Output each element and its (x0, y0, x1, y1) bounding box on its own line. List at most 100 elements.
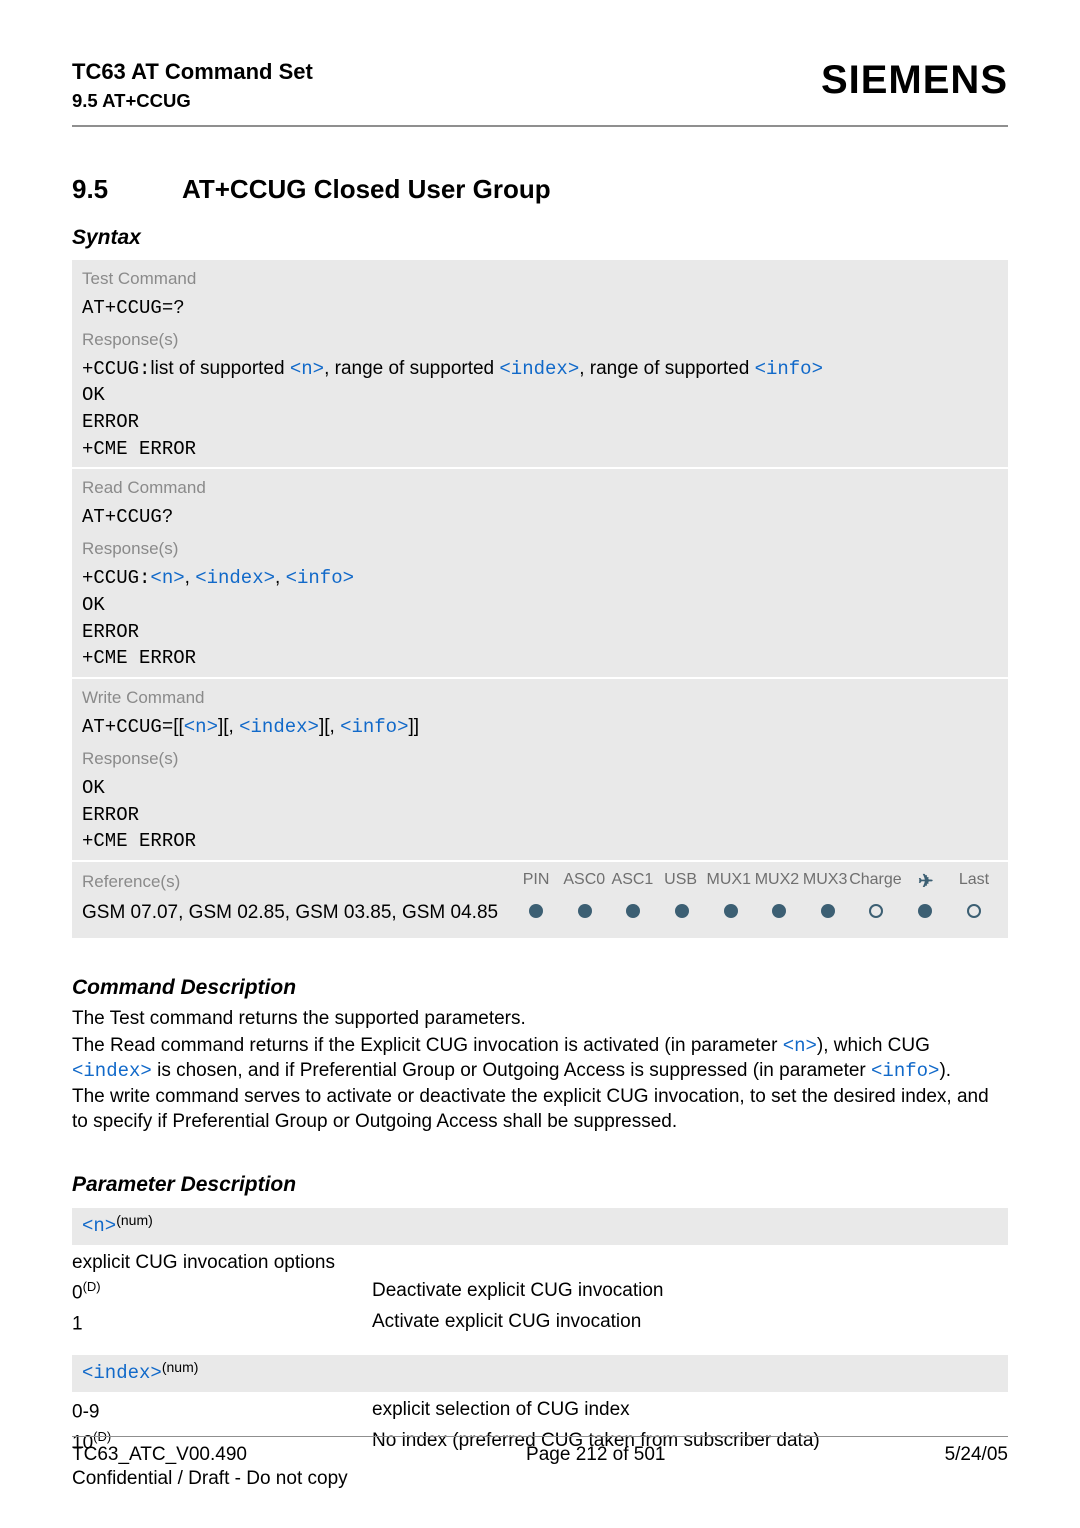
header-divider (72, 125, 1008, 127)
footer-right: 5/24/05 (945, 1443, 1008, 1468)
command-description-heading: Command Description (72, 974, 1008, 1001)
param-n-caption: explicit CUG invocation options (72, 1251, 1008, 1276)
section-number: 9.5 (72, 173, 182, 207)
write-command-box: Write Command AT+CCUG=[[<n>][, <index>][… (72, 679, 1008, 860)
cmd-desc-p2c: is chosen, and if Preferential Group or … (152, 1060, 871, 1081)
test-response-line: +CCUG:list of supported <n> , range of su… (82, 357, 998, 382)
col-mux1: MUX1 (705, 870, 753, 893)
test-cme: +CME ERROR (82, 437, 998, 462)
test-command-label: Test Command (72, 260, 1008, 294)
reference-box: Reference(s) PIN ASC0 ASC1 USB MUX1 MUX2… (72, 862, 1008, 938)
cmd-desc-p2: The Read command returns if the Explicit… (72, 1034, 1008, 1083)
cmd-desc-index: <index> (72, 1060, 152, 1082)
col-mux2: MUX2 (753, 870, 801, 893)
parameter-description-heading: Parameter Description (72, 1171, 1008, 1198)
header-left: TC63 AT Command Set 9.5 AT+CCUG (72, 58, 313, 113)
test-resp-prefix: +CCUG: (82, 358, 150, 380)
read-response-line: +CCUG:<n>, <index>, <info> (82, 566, 998, 591)
read-command-box: Read Command AT+CCUG? Response(s) +CCUG:… (72, 469, 1008, 677)
cmd-desc-info: <info> (871, 1060, 939, 1082)
write-error: ERROR (82, 803, 998, 828)
test-resp-t1: list of supported (150, 358, 289, 379)
write-p2: <index> (239, 716, 319, 738)
read-p3: <info> (286, 567, 354, 589)
col-usb: USB (657, 870, 705, 893)
syntax-label: Syntax (72, 224, 1008, 251)
dot-airplane (918, 904, 932, 918)
cmd-desc-p1: The Test command returns the supported p… (72, 1007, 1008, 1032)
dot-pin (529, 904, 543, 918)
write-command-label: Write Command (72, 679, 1008, 713)
write-b4: ]] (409, 716, 420, 737)
write-b3: ][, (319, 716, 340, 737)
param-n-sup: (num) (116, 1212, 153, 1228)
section-title: AT+CCUG Closed User Group (182, 174, 551, 204)
param-n-key-1: 1 (72, 1314, 83, 1335)
write-command-line: AT+CCUG=[[<n>][, <index>][, <info>]] (82, 715, 998, 740)
command-description-body: The Test command returns the supported p… (72, 1007, 1008, 1134)
doc-subsection: 9.5 AT+CCUG (72, 89, 313, 113)
param-n-val-1: Activate explicit CUG invocation (372, 1310, 1008, 1337)
footer-left-2: Confidential / Draft - Do not copy (72, 1467, 1008, 1492)
cmd-desc-p2d: ). (939, 1060, 951, 1081)
param-index-val-0: explicit selection of CUG index (372, 1398, 1008, 1425)
test-resp-p3: <info> (755, 358, 823, 380)
col-pin: PIN (512, 870, 560, 893)
dot-usb (675, 904, 689, 918)
write-ok: OK (82, 776, 998, 801)
read-p2: <index> (195, 567, 275, 589)
write-cme: +CME ERROR (82, 829, 998, 854)
col-charge: Charge (849, 870, 901, 893)
test-command-box: Test Command AT+CCUG=? Response(s) +CCUG… (72, 260, 1008, 468)
col-mux3: MUX3 (801, 870, 849, 893)
write-cmd-prefix: AT+CCUG= (82, 716, 173, 738)
section-heading: 9.5AT+CCUG Closed User Group (72, 173, 1008, 207)
read-p1: <n> (150, 567, 184, 589)
cmd-desc-n: <n> (783, 1035, 817, 1057)
dot-asc1 (626, 904, 640, 918)
cmd-desc-p2a: The Read command returns if the Explicit… (72, 1035, 783, 1056)
read-command-cmd: AT+CCUG? (82, 505, 998, 530)
cmd-desc-p2b: ), which CUG (817, 1035, 930, 1056)
reference-dot-row (512, 901, 998, 922)
param-n-val-0: Deactivate explicit CUG invocation (372, 1279, 1008, 1306)
read-resp-prefix: +CCUG: (82, 567, 150, 589)
read-ok: OK (82, 593, 998, 618)
col-airplane-icon: ✈ (902, 870, 950, 893)
read-c1: , (185, 567, 196, 588)
page: TC63 AT Command Set 9.5 AT+CCUG SIEMENS … (0, 0, 1080, 1528)
read-error: ERROR (82, 620, 998, 645)
test-resp-p1: <n> (290, 358, 324, 380)
dot-mux1 (724, 904, 738, 918)
param-index-sup: (num) (162, 1359, 199, 1375)
footer-center: Page 212 of 501 (526, 1443, 665, 1468)
test-resp-t3: , range of supported (579, 358, 754, 379)
param-index-key-0: 0-9 (72, 1401, 99, 1422)
test-command-cmd: AT+CCUG=? (82, 296, 998, 321)
doc-title: TC63 AT Command Set (72, 58, 313, 87)
param-n-table: explicit CUG invocation options 0(D) Dea… (72, 1251, 1008, 1338)
dot-mux3 (821, 904, 835, 918)
param-index-name: <index> (82, 1362, 162, 1384)
param-n-box: <n>(num) (72, 1208, 1008, 1245)
param-n-key-0: 0 (72, 1283, 83, 1304)
param-index-row-0: 0-9 explicit selection of CUG index (72, 1398, 1008, 1425)
write-b1: [[ (173, 716, 184, 737)
page-header: TC63 AT Command Set 9.5 AT+CCUG SIEMENS (72, 58, 1008, 113)
test-error: ERROR (82, 410, 998, 435)
col-last: Last (950, 870, 998, 893)
write-response-label: Response(s) (72, 740, 1008, 774)
footer-left-1: TC63_ATC_V00.490 (72, 1443, 247, 1468)
read-c2: , (275, 567, 286, 588)
param-n-name: <n> (82, 1215, 116, 1237)
param-n-key-0-sup: (D) (83, 1279, 101, 1294)
write-p3: <info> (340, 716, 408, 738)
reference-label: Reference(s) (82, 871, 512, 893)
brand-logo: SIEMENS (821, 54, 1008, 106)
write-p1: <n> (184, 716, 218, 738)
test-ok: OK (82, 383, 998, 408)
page-footer: TC63_ATC_V00.490 Page 212 of 501 5/24/05… (72, 1436, 1008, 1492)
param-index-box: <index>(num) (72, 1355, 1008, 1392)
dot-charge (869, 904, 883, 918)
dot-last (967, 904, 981, 918)
